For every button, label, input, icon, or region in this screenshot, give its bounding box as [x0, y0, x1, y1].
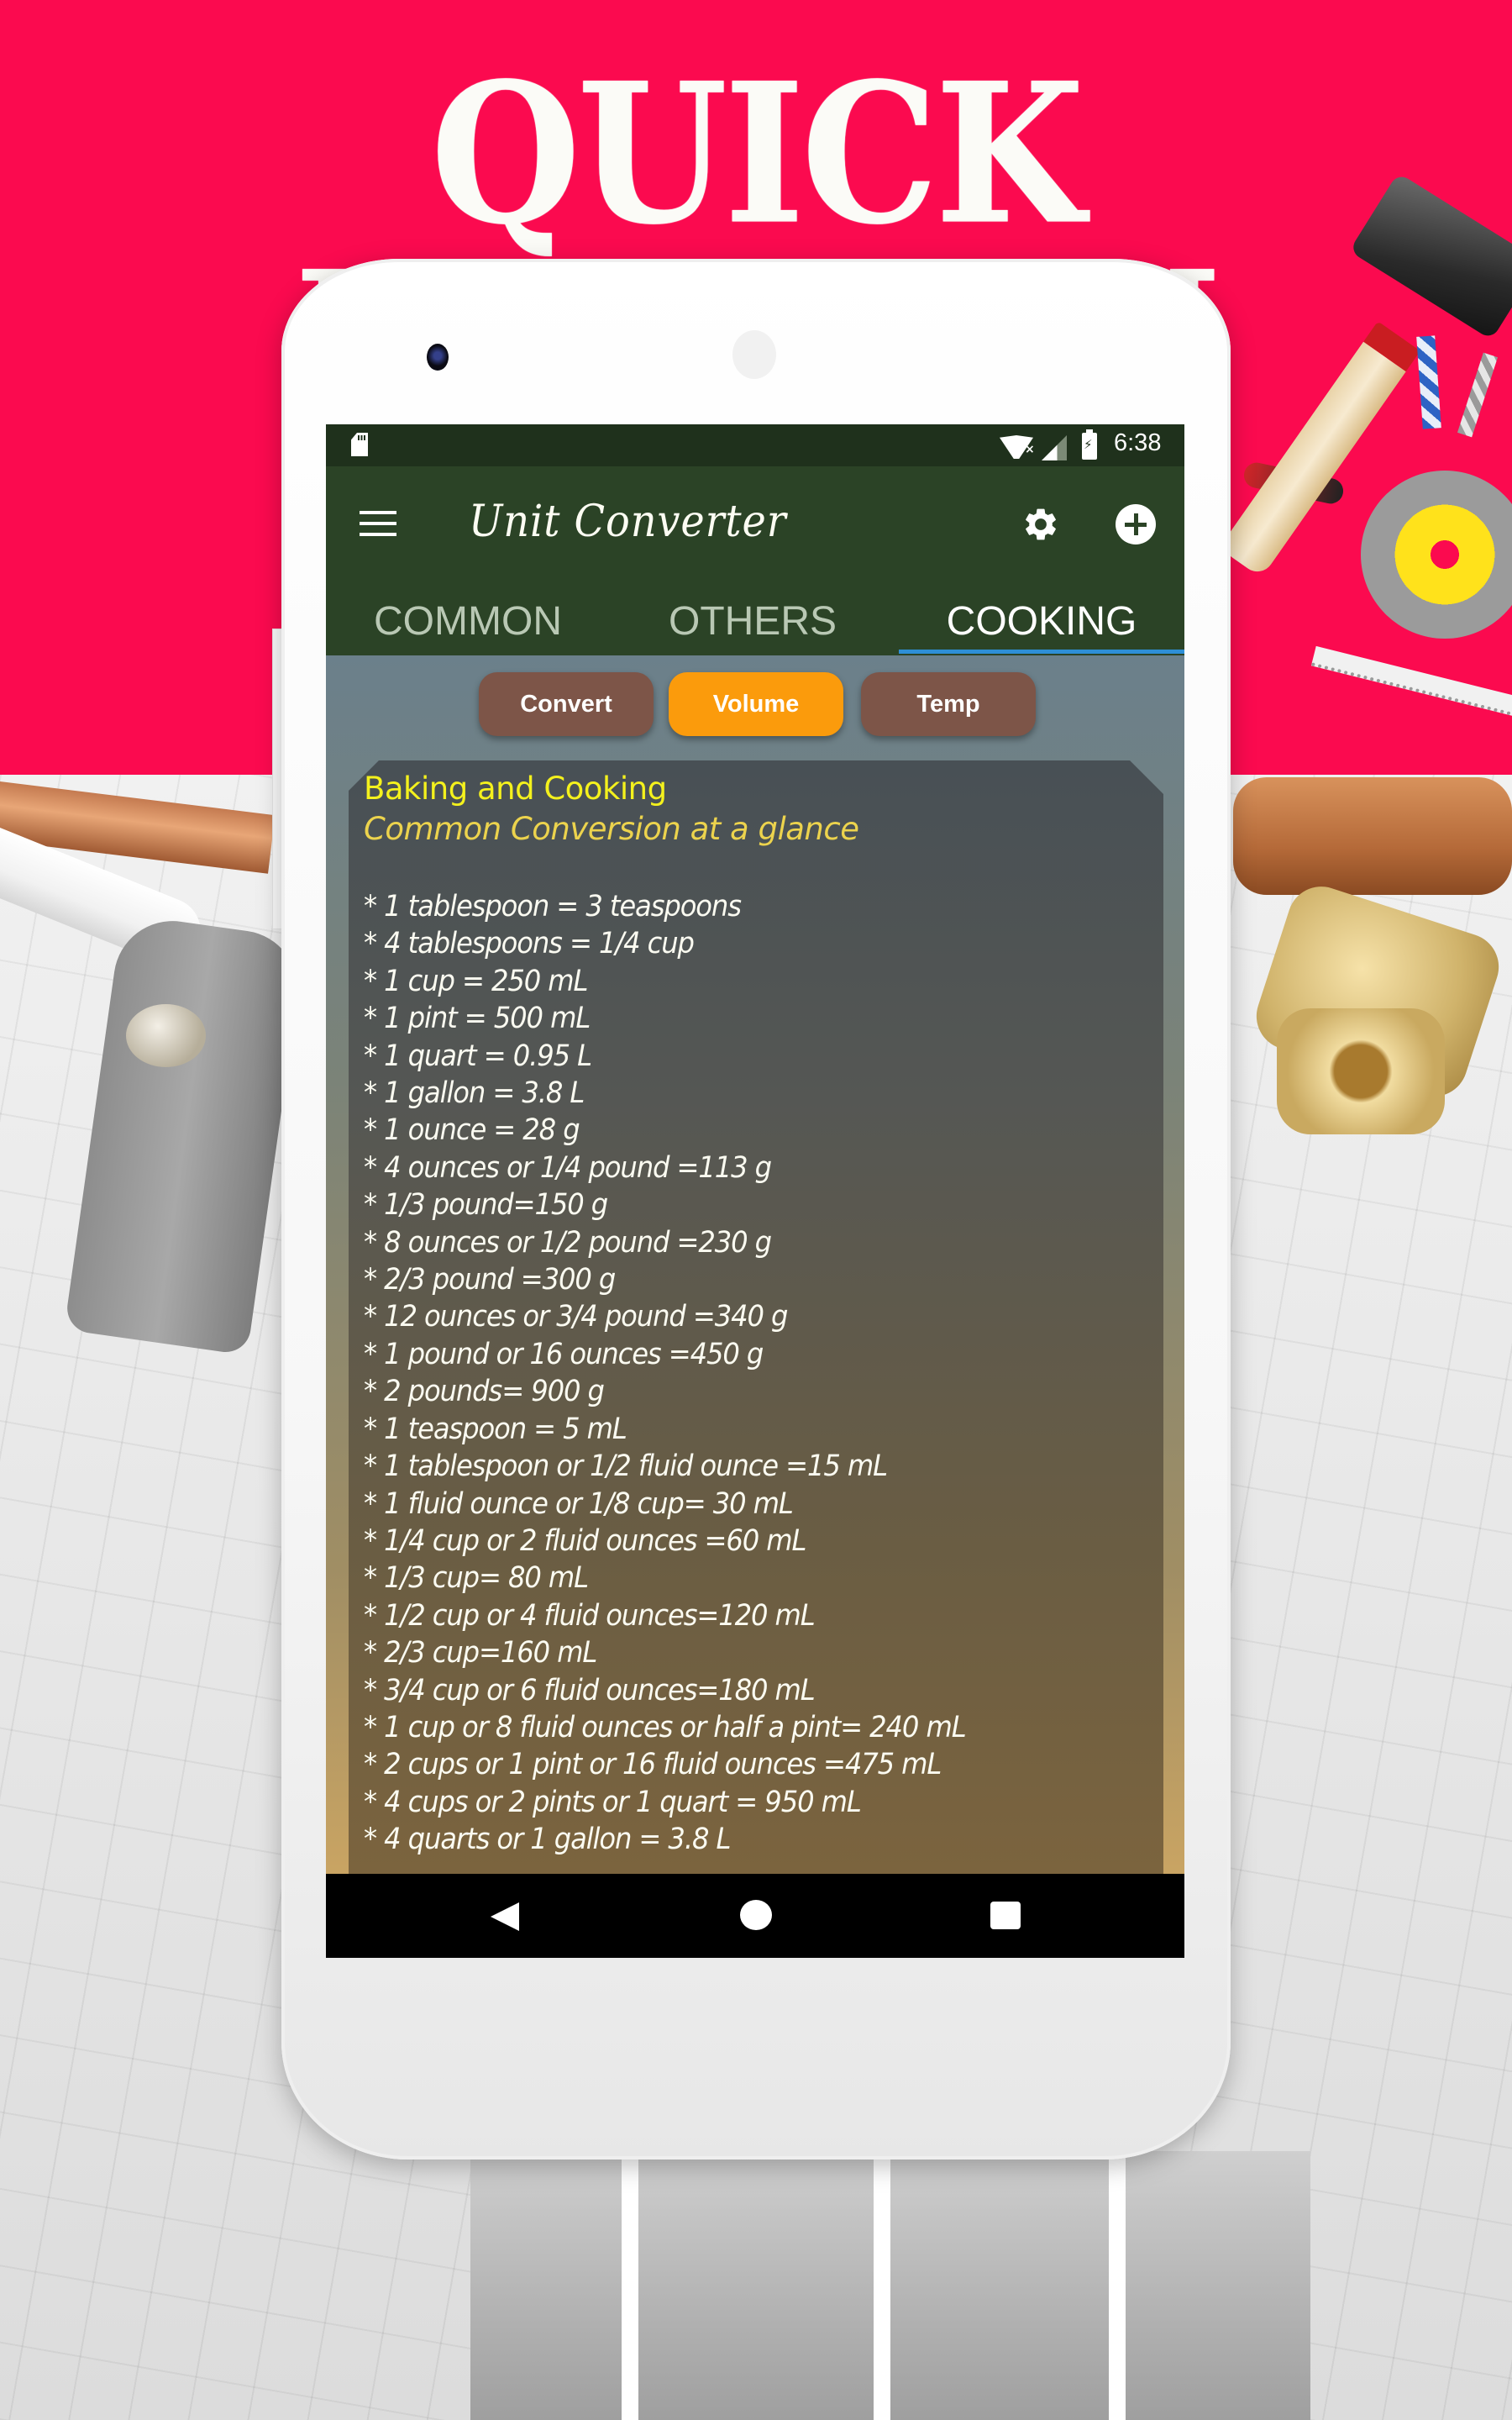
- conversion-item: * 1 pint = 500 mL: [364, 1002, 591, 1036]
- conversion-item: * 1 pound or 16 ounces =450 g: [364, 1337, 764, 1371]
- conversion-item: * 4 tablespoons = 1/4 cup: [364, 927, 695, 961]
- app-title: Unit Converter: [469, 497, 787, 547]
- conversion-item: * 2/3 pound =300 g: [364, 1263, 616, 1297]
- volume-button[interactable]: Volume: [669, 672, 843, 736]
- conversion-item: * 2 pounds= 900 g: [364, 1375, 605, 1409]
- cooking-content: Convert Volume Temp Baking and Cooking C…: [326, 655, 1184, 1886]
- gear-icon[interactable]: [1021, 505, 1060, 544]
- conversion-item: * 1 tablespoon = 3 teaspoons: [364, 890, 742, 923]
- recents-icon[interactable]: [990, 1902, 1021, 1929]
- conversion-item: * 1 ounce = 28 g: [364, 1113, 580, 1148]
- status-time: 6:38: [1114, 429, 1162, 456]
- navigation-bar: [326, 1874, 1184, 1958]
- signal-icon: [1042, 435, 1067, 460]
- home-icon[interactable]: [740, 1900, 772, 1930]
- conversion-item: * 1/3 cup= 80 mL: [364, 1561, 589, 1596]
- temp-button[interactable]: Temp: [861, 672, 1036, 736]
- conversion-item: * 2/3 cup=160 mL: [364, 1636, 597, 1670]
- conversion-item: * 1 teaspoon = 5 mL: [364, 1412, 627, 1446]
- convert-button[interactable]: Convert: [479, 672, 654, 736]
- card-subtitle: Common Conversion at a glance: [364, 811, 859, 847]
- conversion-item: * 4 ounces or 1/4 pound =113 g: [364, 1150, 772, 1185]
- tab-others[interactable]: OTHERS: [610, 588, 895, 655]
- conversion-item: * 1 quart = 0.95 L: [364, 1039, 592, 1073]
- camera-icon: [427, 344, 449, 371]
- sd-card-icon: [351, 433, 368, 456]
- wifi-disconnected-mark: ×: [1025, 443, 1035, 456]
- app-bar: Unit Converter: [326, 466, 1184, 588]
- status-bar: × 6:38: [326, 424, 1184, 466]
- card-title: Baking and Cooking: [364, 771, 667, 807]
- conversion-item: * 4 cups or 2 pints or 1 quart = 950 mL: [364, 1785, 862, 1819]
- brass-nut-decoration: [1277, 1008, 1445, 1134]
- speaker-icon: [732, 330, 776, 379]
- conversion-item: * 1/2 cup or 4 fluid ounces=120 mL: [364, 1598, 816, 1633]
- tab-bar: COMMON OTHERS COOKING: [326, 588, 1184, 655]
- conversion-item: * 2 cups or 1 pint or 16 fluid ounces =4…: [364, 1748, 942, 1782]
- back-icon[interactable]: [491, 1902, 519, 1931]
- conversion-item: * 1/4 cup or 2 fluid ounces =60 mL: [364, 1523, 807, 1558]
- conversion-item: * 8 ounces or 1/2 pound =230 g: [364, 1225, 772, 1260]
- conversion-item: * 1 gallon = 3.8 L: [364, 1076, 585, 1111]
- conversion-item: * 12 ounces or 3/4 pound =340 g: [364, 1300, 788, 1334]
- app-screen: × 6:38 Unit Converter COMMON OTHERS COOK…: [326, 424, 1184, 1958]
- conversion-item: * 1 fluid ounce or 1/8 cup= 30 mL: [364, 1486, 794, 1521]
- conversion-item: * 1 cup = 250 mL: [364, 964, 589, 998]
- hamburger-menu-icon[interactable]: [360, 511, 396, 536]
- conversion-item: * 1/3 pound=150 g: [364, 1188, 608, 1223]
- conversion-card[interactable]: Baking and Cooking Common Conversion at …: [349, 760, 1163, 1886]
- battery-charging-icon: [1082, 429, 1097, 460]
- tab-cooking[interactable]: COOKING: [899, 588, 1184, 655]
- conversion-item: * 3/4 cup or 6 fluid ounces=180 mL: [364, 1673, 816, 1707]
- conversion-item: * 1 cup or 8 fluid ounces or half a pint…: [364, 1710, 967, 1744]
- conversion-item: * 1 tablespoon or 1/2 fluid ounce =15 mL: [364, 1449, 888, 1484]
- house-model-decoration: [470, 2151, 1310, 2420]
- wrench-bolt-decoration: [126, 1004, 206, 1067]
- conversion-list: * 1 tablespoon = 3 teaspoons * 4 tablesp…: [364, 888, 1018, 1859]
- active-tab-indicator: [899, 650, 1184, 654]
- tab-common[interactable]: COMMON: [326, 588, 610, 655]
- copper-fitting-decoration: [1233, 777, 1512, 895]
- conversion-item: * 4 quarts or 1 gallon = 3.8 L: [364, 1823, 731, 1857]
- add-circle-icon[interactable]: [1116, 504, 1156, 544]
